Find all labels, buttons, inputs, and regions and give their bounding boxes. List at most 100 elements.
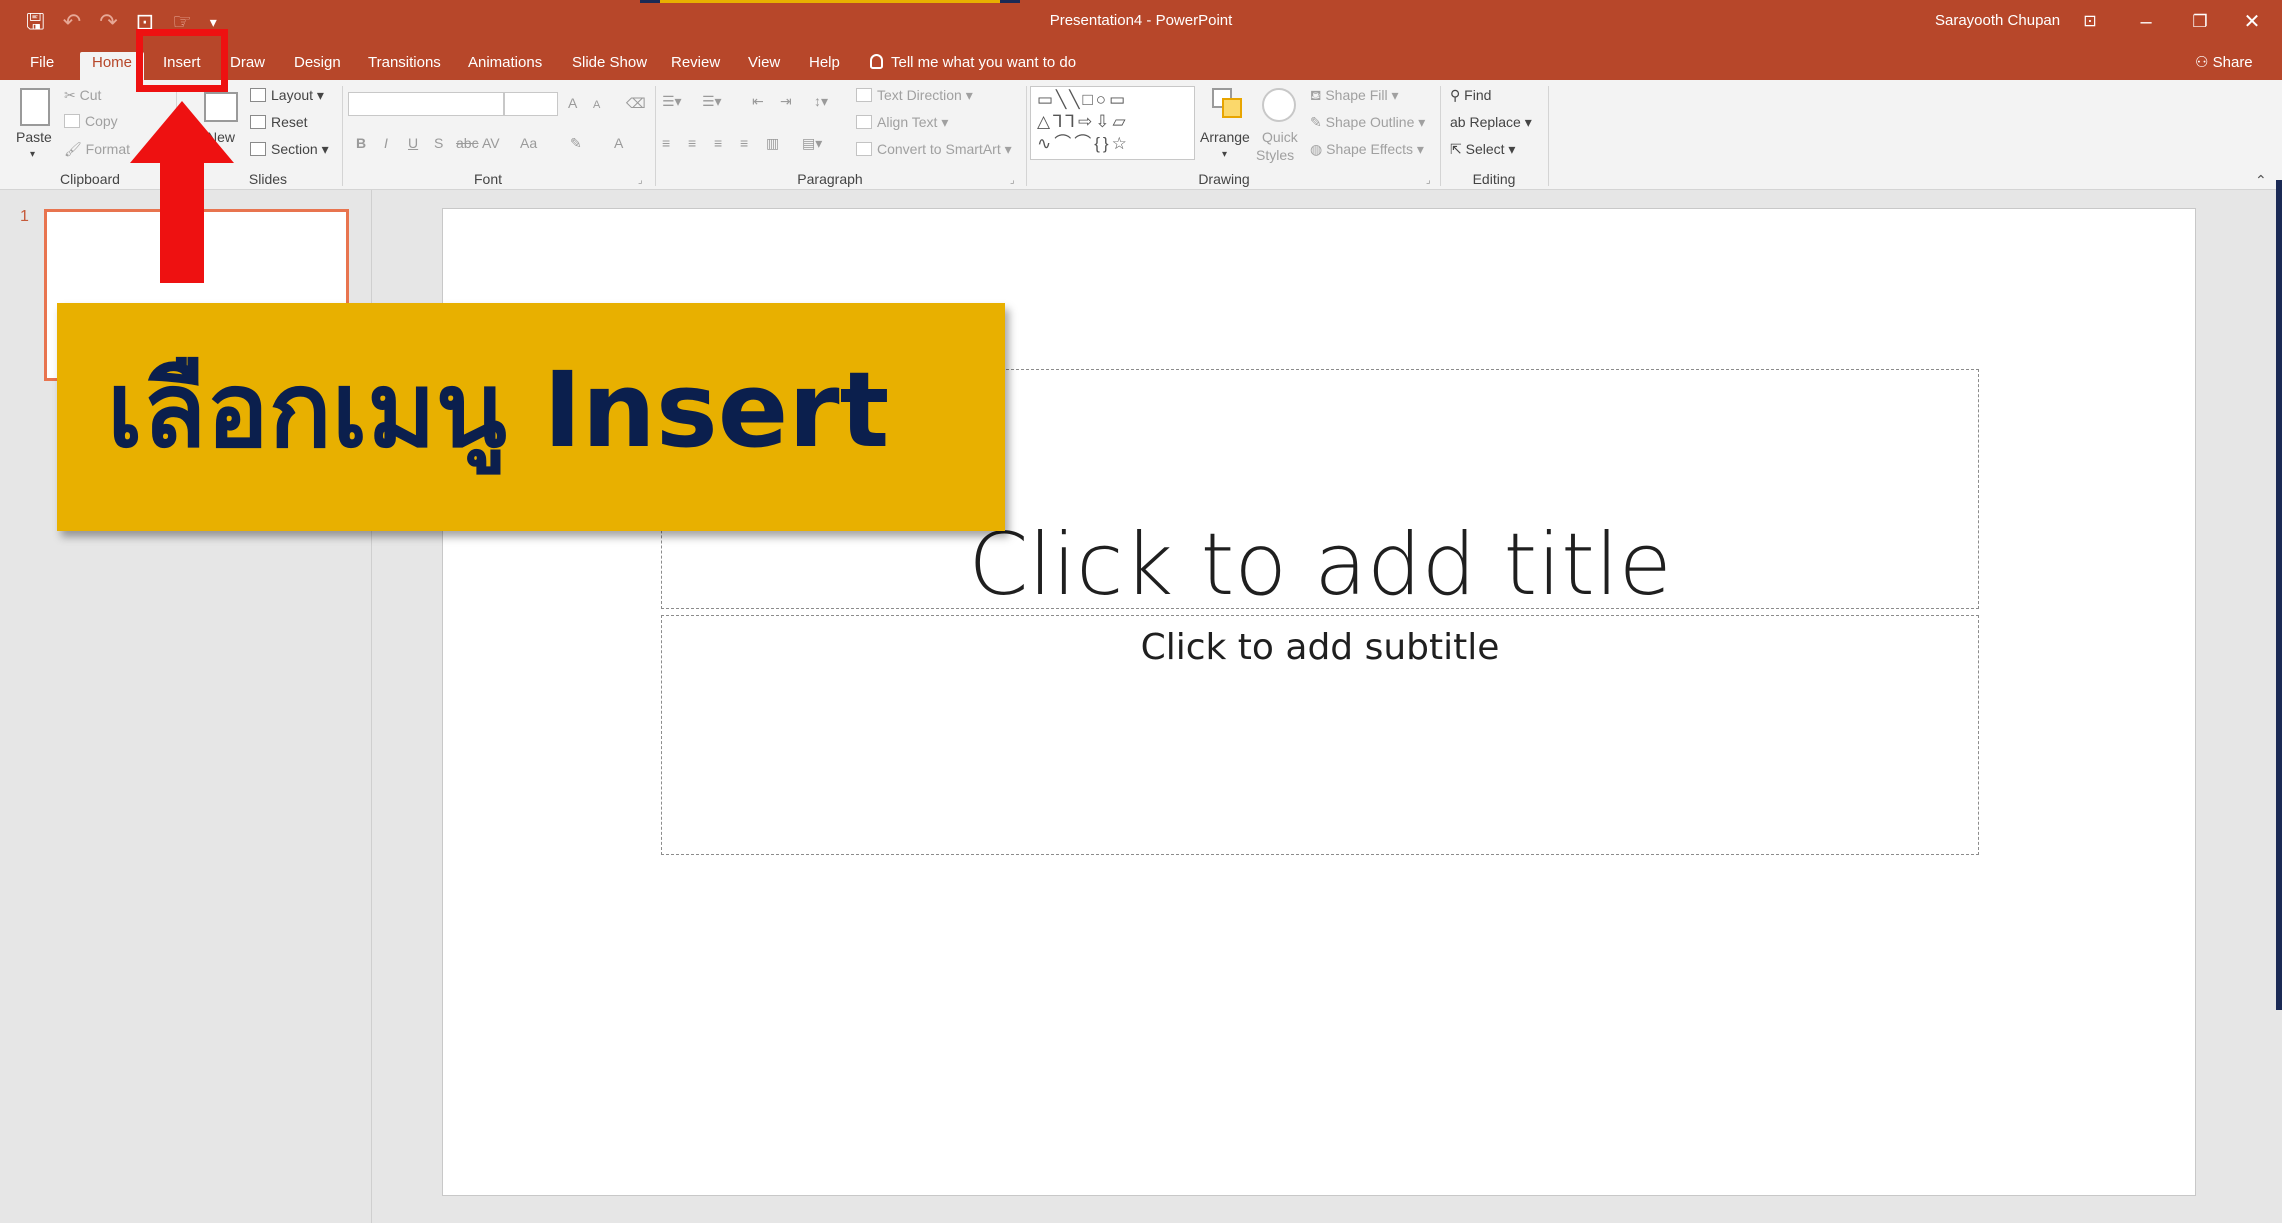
paste-icon[interactable] bbox=[20, 88, 50, 126]
paste-button[interactable]: Paste bbox=[16, 128, 52, 146]
italic-button[interactable]: I bbox=[384, 134, 388, 152]
tab-slide-show[interactable]: Slide Show bbox=[566, 52, 653, 80]
tab-review[interactable]: Review bbox=[665, 52, 726, 80]
instruction-banner: เลือกเมนู Insert bbox=[57, 303, 1005, 531]
shape-fill-button[interactable]: ⛾ Shape Fill ▾ bbox=[1310, 86, 1399, 104]
clear-formatting-icon[interactable]: ⌫ bbox=[626, 94, 646, 112]
align-right-icon[interactable]: ≡ bbox=[714, 134, 722, 152]
group-label-paragraph: Paragraph bbox=[797, 171, 863, 187]
change-case-button[interactable]: Aa bbox=[520, 134, 537, 152]
tab-transitions[interactable]: Transitions bbox=[362, 52, 447, 80]
highlight-icon[interactable]: ✎ bbox=[570, 134, 582, 152]
increase-indent-icon[interactable]: ⇥ bbox=[780, 92, 792, 110]
reset-button[interactable]: Reset bbox=[250, 113, 308, 131]
tab-animations[interactable]: Animations bbox=[462, 52, 548, 80]
font-name-combobox[interactable] bbox=[348, 92, 504, 116]
restore-icon[interactable]: ❐ bbox=[2180, 6, 2220, 38]
bullets-icon[interactable]: ☰▾ bbox=[662, 92, 682, 110]
decoration-bar-accent bbox=[660, 0, 1000, 3]
quick-styles-button[interactable]: Quick bbox=[1262, 128, 1298, 146]
ribbon-display-icon[interactable]: ⊡ bbox=[2070, 6, 2110, 38]
background-edge bbox=[2276, 180, 2282, 1010]
line-spacing-icon[interactable]: ↕▾ bbox=[814, 92, 828, 110]
cut-button[interactable]: ✂ Cut bbox=[64, 86, 101, 104]
tell-me-box[interactable]: Tell me what you want to do bbox=[870, 52, 1076, 74]
section-icon bbox=[250, 142, 266, 156]
align-center-icon[interactable]: ≡ bbox=[688, 134, 696, 152]
copy-button[interactable]: Copy bbox=[64, 112, 118, 130]
tab-view[interactable]: View bbox=[742, 52, 786, 80]
drawing-dialog-launcher-icon[interactable]: ⌟ bbox=[1426, 172, 1431, 190]
ribbon-tab-bar: File Home Insert Draw Design Transitions… bbox=[0, 44, 2282, 80]
group-separator bbox=[1548, 86, 1549, 186]
person-icon: ⚇ bbox=[2195, 54, 2213, 71]
columns-icon[interactable]: ▤▾ bbox=[802, 134, 822, 152]
decrease-indent-icon[interactable]: ⇤ bbox=[752, 92, 764, 110]
align-text-button[interactable]: Align Text ▾ bbox=[856, 113, 948, 131]
font-dialog-launcher-icon[interactable]: ⌟ bbox=[638, 172, 643, 190]
group-label-slides: Slides bbox=[248, 171, 288, 187]
quick-styles-label: Styles bbox=[1256, 147, 1295, 163]
numbering-icon[interactable]: ☰▾ bbox=[702, 92, 722, 110]
group-separator bbox=[1440, 86, 1441, 186]
shadow-button[interactable]: S bbox=[434, 134, 443, 152]
title-bar: 🖫 ↶ ↷ ⊡ ☞ ▾ Presentation4 - PowerPoint S… bbox=[0, 0, 2282, 44]
replace-button[interactable]: ab Replace ▾ bbox=[1450, 113, 1532, 131]
tab-design[interactable]: Design bbox=[288, 52, 347, 80]
strikethrough-button[interactable]: abc bbox=[456, 134, 479, 152]
shape-outline-button[interactable]: ✎ Shape Outline ▾ bbox=[1310, 113, 1425, 131]
smartart-icon bbox=[856, 142, 872, 156]
paste-dropdown-icon[interactable]: ▾ bbox=[30, 146, 35, 164]
text-direction-icon bbox=[856, 88, 872, 102]
section-button[interactable]: Section ▾ bbox=[250, 140, 329, 158]
group-label-clipboard: Clipboard bbox=[60, 171, 120, 187]
close-icon[interactable]: ✕ bbox=[2232, 6, 2272, 38]
shrink-font-button[interactable]: A bbox=[593, 96, 600, 114]
insert-tab-highlight bbox=[136, 29, 228, 92]
font-size-combobox[interactable] bbox=[504, 92, 558, 116]
underline-button[interactable]: U bbox=[408, 134, 418, 152]
tell-me-text: Tell me what you want to do bbox=[891, 54, 1077, 71]
tab-draw[interactable]: Draw bbox=[224, 52, 271, 80]
pen-icon: ✎ bbox=[1310, 114, 1326, 130]
brush-icon: 🖌 bbox=[64, 141, 86, 157]
tab-home[interactable]: Home bbox=[80, 52, 145, 80]
share-button[interactable]: ⚇ Share bbox=[2195, 52, 2253, 74]
quick-styles-icon[interactable] bbox=[1262, 88, 1296, 122]
arrange-icon-back bbox=[1222, 98, 1242, 118]
text-direction-button[interactable]: Text Direction ▾ bbox=[856, 86, 973, 104]
arrange-dropdown-icon[interactable]: ▾ bbox=[1222, 146, 1227, 164]
shapes-gallery[interactable]: ▭╲╲□○▭ △⅂⅂⇨⇩▱ ∿⌒⌒{}☆ bbox=[1030, 86, 1195, 160]
font-color-button[interactable]: A bbox=[614, 134, 623, 152]
reset-icon bbox=[250, 115, 266, 129]
align-left-icon[interactable]: ≡ bbox=[662, 134, 670, 152]
shape-effects-button[interactable]: ◍ Shape Effects ▾ bbox=[1310, 140, 1424, 158]
distributed-icon[interactable]: ▥ bbox=[766, 134, 779, 152]
cursor-icon: ⇱ bbox=[1450, 141, 1466, 157]
convert-smartart-button[interactable]: Convert to SmartArt ▾ bbox=[856, 140, 1012, 158]
collapse-ribbon-icon[interactable]: ⌃ bbox=[2255, 172, 2267, 189]
justify-icon[interactable]: ≡ bbox=[740, 134, 748, 152]
tab-help[interactable]: Help bbox=[803, 52, 846, 80]
paint-bucket-icon: ⛾ bbox=[1310, 87, 1326, 103]
paragraph-dialog-launcher-icon[interactable]: ⌟ bbox=[1010, 172, 1015, 190]
group-label-editing: Editing bbox=[1472, 171, 1516, 187]
group-label-drawing: Drawing bbox=[1198, 171, 1250, 187]
layout-button[interactable]: Layout ▾ bbox=[250, 86, 324, 104]
subtitle-placeholder-text: Click to add subtitle bbox=[1140, 627, 1500, 668]
select-button[interactable]: ⇱ Select ▾ bbox=[1450, 140, 1515, 158]
find-button[interactable]: ⚲ Find bbox=[1450, 86, 1491, 104]
minimize-icon[interactable]: – bbox=[2126, 6, 2166, 38]
replace-icon: ab bbox=[1450, 114, 1470, 130]
copy-icon bbox=[64, 114, 80, 128]
user-name[interactable]: Sarayooth Chupan bbox=[1935, 12, 2060, 29]
grow-font-button[interactable]: A bbox=[568, 94, 577, 112]
tab-file[interactable]: File bbox=[24, 52, 60, 80]
group-separator bbox=[1026, 86, 1027, 186]
arrange-button[interactable]: Arrange bbox=[1200, 128, 1250, 146]
format-painter-button[interactable]: 🖌 Format bbox=[64, 140, 130, 158]
bold-button[interactable]: B bbox=[356, 134, 366, 152]
character-spacing-button[interactable]: AV bbox=[482, 134, 500, 152]
subtitle-placeholder[interactable]: Click to add subtitle bbox=[661, 615, 1979, 855]
scissors-icon: ✂ bbox=[64, 87, 80, 103]
